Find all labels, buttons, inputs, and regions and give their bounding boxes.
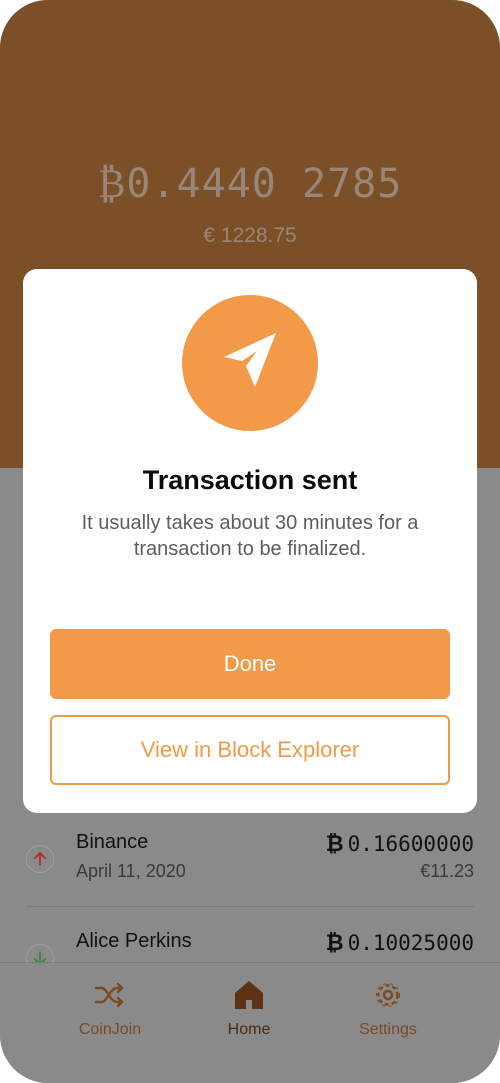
shuffle-icon <box>94 982 124 1008</box>
home-icon <box>235 981 263 1009</box>
transaction-row[interactable]: Binance April 11, 2020 ₿ 0.16600000 €11.2… <box>26 831 474 891</box>
send-icon-circle <box>182 295 318 431</box>
tab-settings[interactable]: Settings <box>328 979 448 1039</box>
transaction-name: Binance <box>76 831 149 853</box>
view-block-explorer-button[interactable]: View in Block Explorer <box>50 715 450 785</box>
transaction-fiat: €11.23 <box>420 861 474 881</box>
row-divider <box>26 906 474 907</box>
phone-screen: ₿0.4440 2785 € 1228.75 Binance April 11,… <box>0 0 500 1083</box>
transaction-date: April 11, 2020 <box>76 861 186 881</box>
transaction-amount: ₿ 0.16600000 <box>325 832 474 857</box>
tab-label: CoinJoin <box>78 1021 142 1038</box>
gear-icon <box>376 983 400 1007</box>
arrow-up-icon <box>26 845 54 873</box>
dialog-title: Transaction sent <box>142 465 358 495</box>
balance-amount: ₿0.4440 2785 <box>97 161 403 207</box>
tab-bar: CoinJoin Home Settings <box>0 962 500 1083</box>
tab-label: Settings <box>359 1021 417 1038</box>
tab-label: Home <box>227 1021 271 1038</box>
transaction-amount: ₿ 0.10025000 <box>325 931 474 956</box>
fiat-balance: € 1228.75 <box>203 224 297 247</box>
transaction-name: Alice Perkins <box>76 930 192 952</box>
dialog-message: It usually takes about 30 minutes for a … <box>81 512 419 560</box>
tab-coinjoin[interactable]: CoinJoin <box>50 979 170 1039</box>
tab-home[interactable]: Home <box>189 979 309 1039</box>
send-icon <box>224 333 276 387</box>
transaction-sent-dialog: Transaction sent It usually takes about … <box>23 269 477 813</box>
done-button[interactable]: Done <box>50 629 450 699</box>
